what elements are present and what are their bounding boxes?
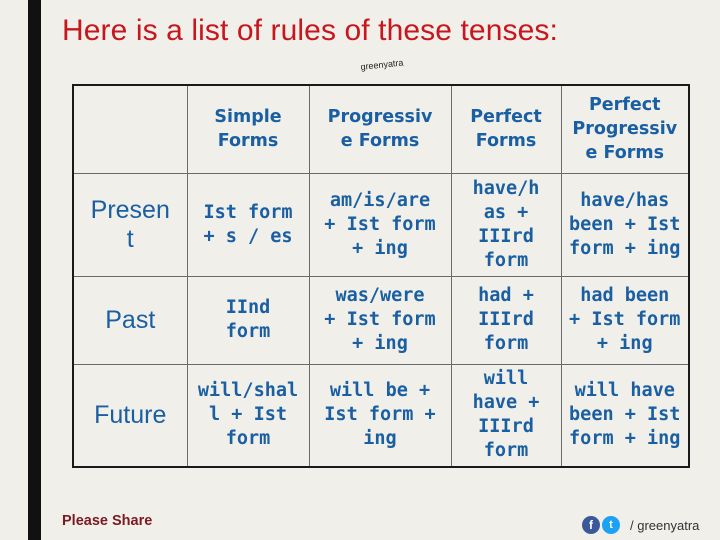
left-accent-bar — [28, 0, 41, 540]
cell-past-perfect: had + IIIrd form — [450, 275, 562, 365]
header-row: Simple Forms Progressiv e Forms Perfect … — [72, 84, 690, 174]
header-simple-forms: Simple Forms — [186, 84, 310, 174]
header-perfect-progressive-forms: Perfect Progressiv e Forms — [560, 84, 690, 174]
social-handle[interactable]: / greenyatra — [630, 518, 699, 533]
cell-future-simple: will/shal l + Ist form — [186, 363, 310, 468]
table-row-future: Future will/shal l + Ist form will be + … — [72, 363, 690, 468]
cell-present-perfect: have/h as + IIIrd form — [450, 172, 562, 277]
cell-present-perfect-progressive: have/has been + Ist form + ing — [560, 172, 690, 277]
watermark: greenyatra — [360, 57, 404, 72]
header-empty-cell — [72, 84, 188, 174]
table-row-past: Past IInd form was/were + Ist form + ing… — [72, 275, 690, 365]
facebook-icon[interactable]: f — [582, 516, 600, 534]
cell-future-perfect-progressive: will have been + Ist form + ing — [560, 363, 690, 468]
tenses-table: Simple Forms Progressiv e Forms Perfect … — [72, 84, 690, 468]
cell-future-perfect: will have + IIIrd form — [450, 363, 562, 468]
header-progressive-forms: Progressiv e Forms — [308, 84, 452, 174]
row-label-present: Presen t — [72, 172, 188, 277]
row-label-future: Future — [72, 363, 188, 468]
please-share-label: Please Share — [62, 513, 153, 529]
cell-future-progressive: will be + Ist form + ing — [308, 363, 452, 468]
social-links: f t / greenyatra — [582, 516, 699, 534]
cell-past-progressive: was/were + Ist form + ing — [308, 275, 452, 365]
cell-past-simple: IInd form — [186, 275, 310, 365]
row-label-past: Past — [72, 275, 188, 365]
cell-past-perfect-progressive: had been + Ist form + ing — [560, 275, 690, 365]
table-row-present: Presen t Ist form + s / es am/is/are + I… — [72, 172, 690, 277]
page-title: Here is a list of rules of these tenses: — [62, 14, 558, 47]
twitter-icon[interactable]: t — [602, 516, 620, 534]
header-perfect-forms: Perfect Forms — [450, 84, 562, 174]
cell-present-simple: Ist form + s / es — [186, 172, 310, 277]
cell-present-progressive: am/is/are + Ist form + ing — [308, 172, 452, 277]
